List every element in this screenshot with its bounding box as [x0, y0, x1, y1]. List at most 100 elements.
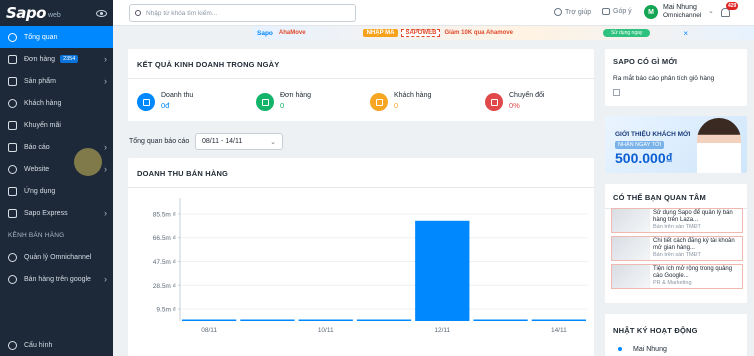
article-thumbnail — [612, 265, 650, 288]
promo-amount: 500.000₫ — [615, 150, 673, 166]
metric-value: 0đ — [161, 101, 170, 110]
report-icon — [8, 142, 17, 152]
bar-09-11 — [240, 319, 295, 321]
promotion-icon — [8, 120, 17, 130]
sidebar-item-product[interactable]: Sản phẩm › — [0, 70, 113, 92]
sidebar-item-label: Khách hàng — [24, 99, 62, 107]
sidebar-item-label: Sapo Express — [24, 209, 68, 217]
feedback-button[interactable]: Góp ý — [602, 8, 632, 15]
close-icon[interactable]: × — [683, 29, 688, 38]
sidebar-item-google[interactable]: Bán hàng trên google › — [0, 268, 113, 290]
home-icon — [8, 32, 17, 42]
sidebar-item-apps[interactable]: Ứng dụng — [0, 180, 113, 202]
x-tick-label: 12/11 — [434, 327, 450, 334]
image-placeholder-icon — [613, 89, 620, 96]
chevron-down-icon[interactable]: ⌄ — [708, 7, 714, 15]
logo-subtitle: web — [47, 12, 61, 19]
sidebar-item-label: Quản lý Omnichannel — [24, 253, 92, 261]
search-icon — [135, 10, 141, 16]
sidebar-item-label: Báo cáo — [24, 143, 50, 151]
metric-dollar: Doanh thu 0đ — [137, 91, 193, 111]
help-label: Trợ giúp — [565, 8, 592, 16]
order-icon — [8, 54, 17, 64]
divider — [128, 78, 594, 79]
sidebar-item-label: Ứng dụng — [24, 187, 56, 195]
y-tick-label: 85.5m ₫ — [153, 211, 176, 218]
avatar[interactable]: M — [644, 5, 658, 19]
sidebar-item-omnichannel[interactable]: Quản lý Omnichannel — [0, 246, 113, 268]
daily-results-card: KẾT QUẢ KINH DOANH TRONG NGÀY Doanh thu 0… — [128, 49, 594, 121]
referral-promo-banner[interactable]: GIỚI THIỆU KHÁCH MỚI NHẬN NGAY TỚI 500.0… — [605, 116, 747, 173]
website-icon — [8, 164, 17, 174]
x-tick-label: 08/11 — [201, 327, 217, 334]
search-placeholder: Nhập từ khóa tìm kiếm... — [146, 9, 218, 17]
search-input[interactable]: Nhập từ khóa tìm kiếm... — [129, 4, 356, 22]
news-link[interactable]: Ra mắt báo cáo phân tích giỏ hàng — [613, 75, 714, 82]
sidebar-item-label: Khuyến mãi — [24, 121, 61, 129]
metric-value: 0 — [280, 101, 285, 110]
card-title: SAPO CÓ GÌ MỚI — [613, 57, 678, 66]
sapo-logo[interactable]: Sapo — [6, 4, 46, 22]
sidebar-item-settings[interactable]: Cấu hình — [0, 334, 113, 356]
y-tick-label: 47.5m ₫ — [153, 259, 176, 266]
sidebar-item-promotion[interactable]: Khuyến mãi — [0, 114, 113, 136]
user-name[interactable]: Mai Nhung — [663, 4, 697, 12]
article-thumbnail — [612, 209, 650, 232]
help-icon — [554, 8, 562, 16]
sales-chart-card: DOANH THU BÁN HÀNG 85.5m ₫ 66.5m ₫ 47.5m ₫… — [128, 158, 594, 356]
sales-bar-chart: 85.5m ₫ 66.5m ₫ 47.5m ₫ 28.5m ₫ 9.5m ₫ 08/11 1… — [153, 198, 588, 334]
article-card[interactable]: Sử dụng Sapo để quản lý bán hàng trên La… — [611, 208, 743, 233]
article-card[interactable]: Tiện ích mở rộng trong quảng cáo Google.… — [611, 264, 743, 289]
promo-subtitle: NHẬN NGAY TỚI — [615, 141, 665, 149]
sidebar-item-customer[interactable]: Khách hàng — [0, 92, 113, 114]
period-value: 08/11 - 14/11 — [202, 138, 243, 145]
chevron-right-icon: › — [104, 54, 107, 64]
article-thumbnail — [612, 237, 650, 260]
metric-value: 0% — [509, 101, 520, 110]
topbar: Nhập từ khóa tìm kiếm... Trợ giúp Góp ý … — [113, 0, 754, 26]
x-tick-label: 10/11 — [318, 327, 334, 334]
sidebar: Sapo web Tổng quan Đơn hàng 2354 › Sản phẩm ›… — [0, 0, 113, 356]
banner-use-now-button[interactable]: Sử dụng ngay — [602, 29, 651, 37]
sidebar-item-order[interactable]: Đơn hàng 2354 › — [0, 48, 113, 70]
chevron-right-icon: › — [104, 274, 107, 284]
user-store[interactable]: Omnichannel — [663, 12, 701, 19]
eye-icon[interactable] — [96, 9, 107, 17]
metric-users: Khách hàng 0 — [370, 91, 431, 111]
metric-cart: Đơn hàng 0 — [256, 91, 311, 111]
dollar-icon — [137, 93, 155, 111]
bar-11-11 — [356, 319, 412, 321]
product-icon — [8, 76, 17, 86]
chevron-right-icon: › — [104, 164, 107, 174]
express-icon — [8, 208, 17, 218]
article-card[interactable]: Chi tiết cách đăng ký tài khoản mở gian … — [611, 236, 743, 261]
bar-14-11 — [531, 319, 586, 321]
sidebar-item-label: Cấu hình — [24, 341, 53, 349]
sidebar-item-label: Sản phẩm — [24, 77, 56, 85]
sales-channels-heading: KÊNH BÁN HÀNG — [8, 231, 65, 239]
users-icon — [370, 93, 388, 111]
sidebar-item-home[interactable]: Tổng quan — [0, 26, 113, 48]
card-title: DOANH THU BÁN HÀNG — [137, 169, 229, 178]
banner-ahamove-logo: AhaMove — [278, 30, 306, 36]
promo-title: GIỚI THIỆU KHÁCH MỚI — [615, 131, 691, 138]
chevron-right-icon: › — [104, 76, 107, 86]
period-select[interactable]: 08/11 - 14/11 ⌄ — [195, 133, 283, 150]
article-category: Bán trên sàn TMĐT — [653, 252, 701, 258]
sidebar-item-express[interactable]: Sapo Express › — [0, 202, 113, 224]
metric-label: Đơn hàng — [280, 92, 312, 99]
help-button[interactable]: Trợ giúp — [554, 8, 591, 16]
article-category: Bán trên sàn TMĐT — [653, 224, 701, 230]
card-title: KẾT QUẢ KINH DOANH TRONG NGÀY — [137, 60, 280, 69]
promo-banner[interactable]: Sapo AhaMove NHẬP MÃ SAPOWEB Giảm 10K qu… — [253, 26, 754, 40]
promo-person-image — [697, 118, 741, 173]
conversion-icon — [485, 93, 503, 111]
banner-sapo-logo: Sapo — [257, 29, 273, 37]
recommended-card: CÓ THỂ BẠN QUAN TÂM Sử dụng Sapo để quản… — [605, 184, 747, 303]
bar-12-11 — [415, 220, 470, 321]
chat-icon — [602, 8, 610, 15]
article-title: Chi tiết cách đăng ký tài khoản mở gian … — [653, 238, 735, 251]
period-label: Tổng quan báo cáo — [129, 138, 190, 145]
customer-icon — [8, 98, 17, 108]
feedback-label: Góp ý — [613, 8, 632, 15]
